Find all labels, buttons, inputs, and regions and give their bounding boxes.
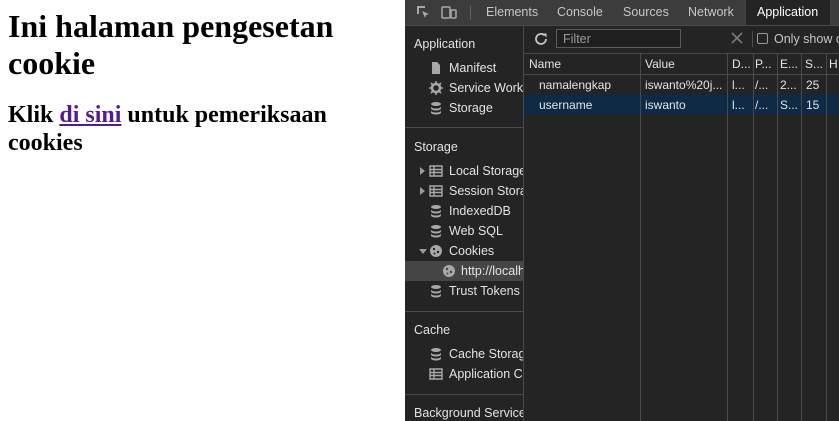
table-row[interactable]: namalengkap iswanto%20j... l... /... 2..… <box>524 75 839 95</box>
sidebar-item-service-workers[interactable]: Service Workers <box>405 78 523 98</box>
cookie-path: /... <box>755 98 769 112</box>
column-header-path[interactable]: P... <box>755 54 776 74</box>
cookie-expires: 2... <box>780 78 797 92</box>
page-title: Ini halaman pengesetan cookie <box>8 8 334 81</box>
cookie-value: iswanto%20j... <box>645 78 723 92</box>
section-divider <box>405 394 523 395</box>
column-divider[interactable] <box>801 54 802 421</box>
sidebar-item-label: Cookies <box>449 244 495 258</box>
refresh-icon[interactable] <box>533 31 549 47</box>
cookies-filter-bar: Only show cookies with an issue <box>524 26 839 54</box>
toolbar-divider <box>470 5 471 20</box>
column-header-size[interactable]: S... <box>805 54 825 74</box>
column-divider[interactable] <box>753 54 754 421</box>
device-toolbar-icon[interactable] <box>441 4 457 20</box>
cookie-path: /... <box>755 78 769 92</box>
sidebar-item-label: Service Workers <box>449 81 524 95</box>
section-storage: Storage <box>414 140 458 154</box>
sidebar-item-label: Manifest <box>449 61 497 75</box>
sidebar-item-trust-tokens[interactable]: Trust Tokens <box>405 281 523 301</box>
gear-icon <box>429 81 443 95</box>
expand-arrow-icon[interactable] <box>420 187 425 195</box>
cookie-name: username <box>539 98 593 112</box>
database-icon <box>429 204 443 218</box>
column-divider[interactable] <box>640 54 641 421</box>
section-divider <box>405 127 523 128</box>
cookies-panel: Only show cookies with an issue Name Val… <box>524 26 839 421</box>
column-header-expires[interactable]: E... <box>780 54 800 74</box>
section-application: Application <box>414 37 476 51</box>
only-show-issues-label: Only show cookies with an issue <box>774 32 839 46</box>
cookie-size: 25 <box>806 78 820 92</box>
subtitle-prefix: Klik <box>8 102 60 128</box>
cookie-size: 15 <box>806 98 820 112</box>
sidebar-item-label: Local Storage <box>449 164 524 178</box>
database-icon <box>429 101 443 115</box>
sidebar-item-manifest[interactable]: Manifest <box>405 58 523 78</box>
table-header: Name Value D... P... E... S... H <box>524 54 839 75</box>
sidebar-item-label: Application Cache <box>449 367 523 381</box>
section-divider <box>405 311 523 312</box>
only-show-issues-checkbox[interactable] <box>757 33 768 44</box>
column-header-value[interactable]: Value <box>645 54 726 74</box>
cookie-domain: l... <box>732 78 745 92</box>
column-divider[interactable] <box>777 54 778 421</box>
page-subtitle: Klik di sini untuk pemeriksaan cookies <box>8 101 398 157</box>
application-sidebar: Application Manifest Service Workers Sto… <box>405 26 524 421</box>
grid-icon <box>429 184 443 198</box>
cookie-value: iswanto <box>645 98 686 112</box>
clear-all-icon[interactable] <box>730 31 744 45</box>
column-header-domain[interactable]: D... <box>732 54 752 74</box>
table-row[interactable]: username iswanto l... /... S... 15 <box>524 95 839 115</box>
column-header-httponly[interactable]: H <box>829 54 839 74</box>
column-header-name[interactable]: Name <box>529 54 639 74</box>
column-divider[interactable] <box>727 54 728 421</box>
tab-console[interactable]: Console <box>549 0 611 25</box>
sidebar-item-label: Storage <box>449 101 493 115</box>
column-divider[interactable] <box>826 54 827 421</box>
sidebar-item-application-cache[interactable]: Application Cache <box>405 364 523 384</box>
sidebar-item-cookie-origin[interactable]: http://localhost <box>405 261 523 281</box>
cookie-expires: S... <box>780 98 799 112</box>
devtools-panel: Elements Console Sources Network Applica… <box>405 0 839 421</box>
check-cookies-link[interactable]: di sini <box>59 102 121 128</box>
sidebar-item-web-sql[interactable]: Web SQL <box>405 221 523 241</box>
web-page: Ini halaman pengesetan cookie Klik di si… <box>0 0 405 421</box>
sidebar-item-label: IndexedDB <box>449 204 511 218</box>
cookie-icon <box>442 264 456 278</box>
sidebar-item-cache-storage[interactable]: Cache Storage <box>405 344 523 364</box>
devtools-toolbar: Elements Console Sources Network Applica… <box>405 0 839 26</box>
sidebar-item-local-storage[interactable]: Local Storage <box>405 161 523 181</box>
cookies-table: Name Value D... P... E... S... H namalen… <box>524 54 839 421</box>
cookie-icon <box>429 244 443 258</box>
cookie-name: namalengkap <box>539 78 612 92</box>
cookie-domain: l... <box>732 98 745 112</box>
sidebar-item-label: http://localhost <box>461 264 523 278</box>
sidebar-item-indexeddb[interactable]: IndexedDB <box>405 201 523 221</box>
expand-arrow-icon[interactable] <box>420 167 425 175</box>
database-icon <box>429 224 443 238</box>
tab-network[interactable]: Network <box>680 0 742 25</box>
database-icon <box>429 347 443 361</box>
filter-divider <box>752 31 753 47</box>
tab-sources[interactable]: Sources <box>615 0 677 25</box>
sidebar-item-cookies[interactable]: Cookies <box>405 241 523 261</box>
grid-icon <box>429 164 443 178</box>
sidebar-item-session-storage[interactable]: Session Storage <box>405 181 523 201</box>
collapse-arrow-icon[interactable] <box>419 249 427 254</box>
section-cache: Cache <box>414 323 451 337</box>
sidebar-item-label: Trust Tokens <box>449 284 520 298</box>
grid-icon <box>429 367 443 381</box>
filter-input[interactable] <box>556 29 681 48</box>
tab-application[interactable]: Application <box>746 0 831 25</box>
sidebar-item-label: Cache Storage <box>449 347 523 361</box>
section-background-services: Background Services <box>414 406 524 420</box>
sidebar-item-storage[interactable]: Storage <box>405 98 523 118</box>
sidebar-item-label: Web SQL <box>449 224 503 238</box>
document-icon <box>429 61 443 75</box>
database-icon <box>429 284 443 298</box>
tab-elements[interactable]: Elements <box>478 0 546 25</box>
inspect-element-icon[interactable] <box>415 4 431 20</box>
sidebar-item-label: Session Storage <box>449 184 523 198</box>
